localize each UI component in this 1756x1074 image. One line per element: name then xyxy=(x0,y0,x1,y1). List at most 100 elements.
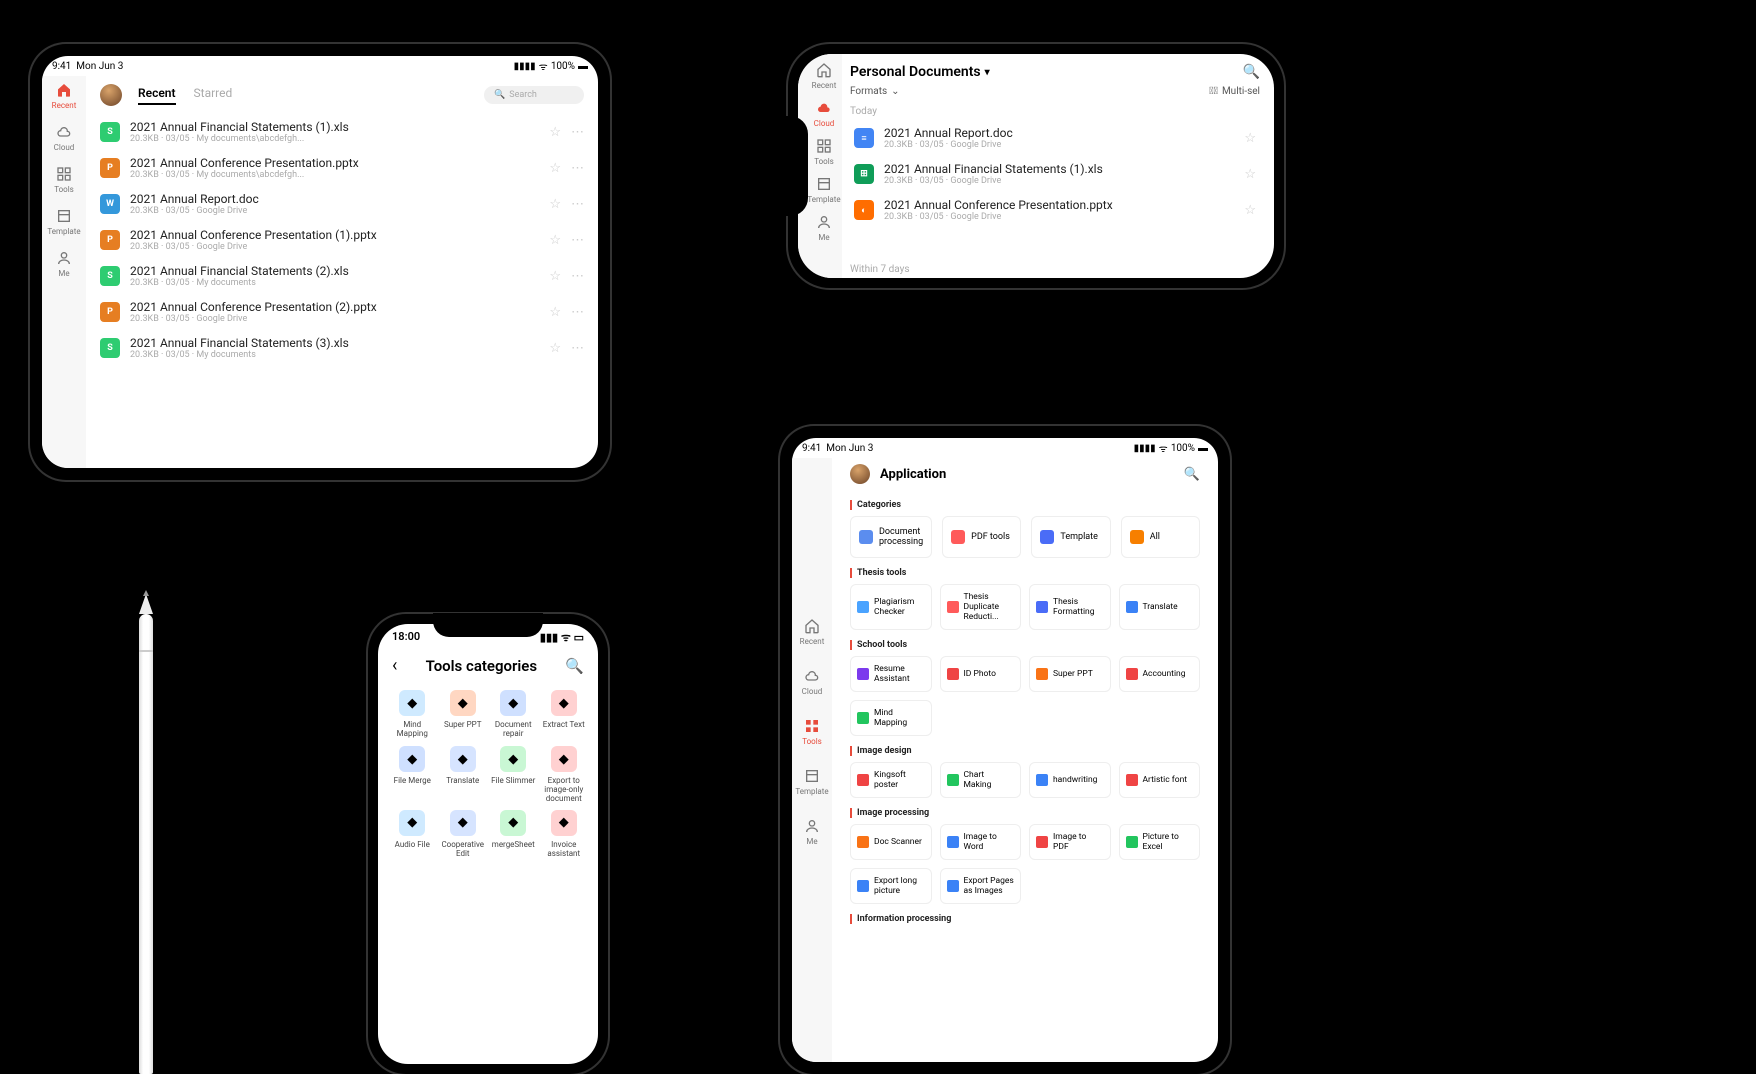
tool-item[interactable]: ◆ File Slimmer xyxy=(489,746,538,804)
more-icon[interactable]: ⋯ xyxy=(571,341,584,356)
category-card[interactable]: All xyxy=(1121,516,1200,558)
tool-item[interactable]: ◆ Mind Mapping xyxy=(388,690,437,740)
sidebar-item-template[interactable]: Template xyxy=(47,208,80,236)
file-row[interactable]: ≡ 2021 Annual Report.doc 20.3KB · 03/05 … xyxy=(850,120,1260,156)
file-row[interactable]: P 2021 Annual Conference Presentation.pp… xyxy=(96,150,588,186)
more-icon[interactable]: ⋯ xyxy=(571,197,584,212)
file-row[interactable]: P 2021 Annual Conference Presentation (1… xyxy=(96,222,588,258)
tool-card[interactable]: Image to Word xyxy=(940,824,1022,860)
star-icon[interactable]: ☆ xyxy=(549,197,561,212)
star-icon[interactable]: ☆ xyxy=(1244,131,1256,146)
search-input[interactable]: 🔍 Search xyxy=(484,86,584,104)
file-row[interactable]: ◐ 2021 Annual Conference Presentation.pp… xyxy=(850,192,1260,228)
star-icon[interactable]: ☆ xyxy=(549,341,561,356)
file-row[interactable]: S 2021 Annual Financial Statements (3).x… xyxy=(96,330,588,366)
tool-card[interactable]: Thesis Formatting xyxy=(1029,584,1111,630)
sidebar-item-me[interactable]: Me xyxy=(804,818,820,846)
category-card[interactable]: Document processing xyxy=(850,516,932,558)
tool-item[interactable]: ◆ File Merge xyxy=(388,746,437,804)
tool-item[interactable]: ◆ Audio File xyxy=(388,810,437,860)
tool-card[interactable]: Doc Scanner xyxy=(850,824,932,860)
tool-card[interactable]: Thesis Duplicate Reducti... xyxy=(940,584,1022,630)
sidebar-item-tools[interactable]: Tools xyxy=(814,138,834,166)
tab-starred[interactable]: Starred xyxy=(194,86,233,105)
star-icon[interactable]: ☆ xyxy=(549,233,561,248)
tool-card[interactable]: Export Pages as Images xyxy=(940,868,1022,904)
tool-card[interactable]: Translate xyxy=(1119,584,1201,630)
tab-recent[interactable]: Recent xyxy=(138,86,176,105)
file-row[interactable]: W 2021 Annual Report.doc 20.3KB · 03/05 … xyxy=(96,186,588,222)
tool-card[interactable]: Kingsoft poster xyxy=(850,762,932,798)
star-icon[interactable]: ☆ xyxy=(549,161,561,176)
star-icon[interactable]: ☆ xyxy=(549,305,561,320)
search-icon[interactable]: 🔍 xyxy=(1243,64,1260,80)
formats-dropdown[interactable]: Formats ⌄ xyxy=(850,86,900,97)
tool-card[interactable]: Resume Assistant xyxy=(850,656,932,692)
tool-card[interactable]: ID Photo xyxy=(940,656,1022,692)
tool-label: Translate xyxy=(446,776,479,796)
tool-card[interactable]: Chart Making xyxy=(940,762,1022,798)
tool-card[interactable]: Picture to Excel xyxy=(1119,824,1201,860)
section-thesis: Thesis tools xyxy=(850,558,1200,584)
sidebar-item-tools[interactable]: Tools xyxy=(802,718,822,746)
file-row[interactable]: P 2021 Annual Conference Presentation (2… xyxy=(96,294,588,330)
file-list[interactable]: ≡ 2021 Annual Report.doc 20.3KB · 03/05 … xyxy=(850,120,1260,261)
search-icon[interactable]: 🔍 xyxy=(1184,467,1200,482)
tool-item[interactable]: ◆ Invoice assistant xyxy=(540,810,589,860)
star-icon[interactable]: ☆ xyxy=(1244,167,1256,182)
sidebar-item-recent[interactable]: Recent xyxy=(800,618,825,646)
sidebar-item-recent[interactable]: Recent xyxy=(52,82,77,110)
sidebar-item-template[interactable]: Template xyxy=(807,176,840,204)
file-list[interactable]: S 2021 Annual Financial Statements (1).x… xyxy=(86,114,598,468)
tool-icon: ◆ xyxy=(551,810,577,836)
tool-card[interactable]: Accounting xyxy=(1119,656,1201,692)
tool-icon: ◆ xyxy=(500,690,526,716)
more-icon[interactable]: ⋯ xyxy=(571,305,584,320)
category-card[interactable]: PDF tools xyxy=(942,516,1021,558)
multiselect-toggle[interactable]: ✓⃝ Multi-sel xyxy=(1209,86,1260,97)
more-icon[interactable]: ⋯ xyxy=(571,269,584,284)
sidebar-item-template[interactable]: Template xyxy=(795,768,828,796)
tool-card[interactable]: Artistic font xyxy=(1119,762,1201,798)
file-row[interactable]: S 2021 Annual Financial Statements (1).x… xyxy=(96,114,588,150)
tool-card[interactable]: Mind Mapping xyxy=(850,700,932,736)
file-type-icon: ⊞ xyxy=(854,164,874,184)
sidebar-item-me[interactable]: Me xyxy=(816,214,832,242)
tool-icon xyxy=(947,836,959,848)
star-icon[interactable]: ☆ xyxy=(549,269,561,284)
sidebar-item-cloud[interactable]: Cloud xyxy=(802,668,823,696)
file-row[interactable]: S 2021 Annual Financial Statements (2).x… xyxy=(96,258,588,294)
tool-card[interactable]: Image to PDF xyxy=(1029,824,1111,860)
tool-card[interactable]: Export long picture xyxy=(850,868,932,904)
search-icon[interactable]: 🔍 xyxy=(565,657,584,675)
avatar[interactable] xyxy=(100,84,122,106)
tool-item[interactable]: ◆ Extract Text xyxy=(540,690,589,740)
sidebar-item-recent[interactable]: Recent xyxy=(812,62,837,90)
star-icon[interactable]: ☆ xyxy=(1244,203,1256,218)
tool-card[interactable]: Plagiarism Checker xyxy=(850,584,932,630)
tool-item[interactable]: ◆ Super PPT xyxy=(439,690,488,740)
tool-card[interactable]: Super PPT xyxy=(1029,656,1111,692)
avatar[interactable] xyxy=(850,464,870,484)
more-icon[interactable]: ⋯ xyxy=(571,233,584,248)
tool-icon xyxy=(1126,774,1138,786)
page-title[interactable]: Personal Documents ▾ xyxy=(850,64,990,80)
category-card[interactable]: Template xyxy=(1031,516,1110,558)
tool-item[interactable]: ◆ Export to image-only document xyxy=(540,746,589,804)
sidebar-item-me[interactable]: Me xyxy=(56,250,72,278)
tool-card[interactable]: handwriting xyxy=(1029,762,1111,798)
sidebar-item-tools[interactable]: Tools xyxy=(54,166,74,194)
more-icon[interactable]: ⋯ xyxy=(571,161,584,176)
file-row[interactable]: ⊞ 2021 Annual Financial Statements (1).x… xyxy=(850,156,1260,192)
tool-item[interactable]: ◆ mergeSheet xyxy=(489,810,538,860)
more-icon[interactable]: ⋯ xyxy=(571,125,584,140)
check-circle-icon: ✓⃝ xyxy=(1209,86,1218,97)
sidebar-item-cloud[interactable]: Cloud xyxy=(814,100,835,128)
tool-item[interactable]: ◆ Cooperative Edit xyxy=(439,810,488,860)
tool-item[interactable]: ◆ Document repair xyxy=(489,690,538,740)
back-button[interactable]: ‹ xyxy=(392,655,397,676)
star-icon[interactable]: ☆ xyxy=(549,125,561,140)
file-meta: 20.3KB · 03/05 · My documents xyxy=(130,350,539,360)
sidebar-item-cloud[interactable]: Cloud xyxy=(54,124,75,152)
tool-item[interactable]: ◆ Translate xyxy=(439,746,488,804)
